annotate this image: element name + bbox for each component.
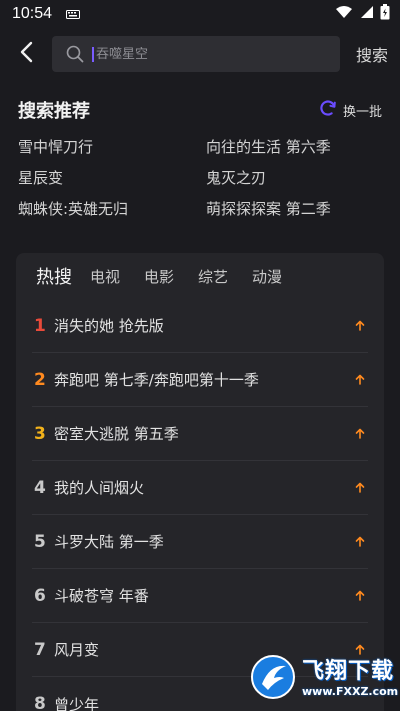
hot-item-title: 奔跑吧 第七季/奔跑吧第十一季: [54, 371, 259, 389]
tab-movie[interactable]: 电影: [144, 266, 174, 287]
hot-list: 1 消失的她 抢先版 2 奔跑吧 第七季/奔跑吧第十一季 3 密室大逃脱 第五季…: [32, 299, 368, 711]
status-bar: 10:54: [0, 0, 400, 28]
search-icon: [66, 45, 84, 63]
tab-hot[interactable]: 热搜: [36, 263, 72, 289]
rank-number: 2: [34, 369, 46, 390]
rank-number: 3: [34, 423, 46, 444]
category-tabs: 热搜 电视 电影 综艺 动漫: [32, 253, 368, 299]
keyboard-icon: [66, 5, 81, 23]
rank-number: 4: [34, 477, 46, 498]
text-cursor: [92, 46, 94, 62]
trend-up-icon: [352, 428, 368, 439]
recommend-item[interactable]: 雪中悍刀行: [18, 138, 206, 157]
rank-number: 6: [34, 585, 46, 606]
recommend-item[interactable]: 星辰变: [18, 169, 206, 188]
recommend-title: 搜索推荐: [18, 101, 90, 122]
tab-tv[interactable]: 电视: [90, 266, 120, 287]
status-time: 10:54: [12, 5, 53, 22]
search-input[interactable]: [96, 46, 340, 62]
search-header: 搜索: [0, 28, 400, 80]
watermark-brand: 飞翔下载: [302, 659, 395, 684]
trend-up-icon: [352, 482, 368, 493]
hot-item-title: 斗破苍穹 年番: [54, 587, 149, 605]
search-box[interactable]: [52, 36, 340, 72]
rank-number: 5: [34, 531, 46, 552]
search-button[interactable]: 搜索: [356, 42, 388, 66]
search-recommend-section: 搜索推荐 换一批 雪中悍刀行 向往的生活 第六季 星辰变 鬼灭之刃 蜘蛛侠:英雄…: [0, 98, 400, 219]
hot-list-item[interactable]: 4 我的人间烟火: [32, 461, 368, 515]
hot-list-item[interactable]: 1 消失的她 抢先版: [32, 299, 368, 353]
watermark-emblem-icon: [250, 654, 296, 704]
back-arrow-icon: [19, 41, 33, 67]
signal-icon: [359, 5, 374, 23]
hot-list-item[interactable]: 2 奔跑吧 第七季/奔跑吧第十一季: [32, 353, 368, 407]
hot-item-title: 消失的她 抢先版: [54, 317, 164, 335]
refresh-icon: [319, 99, 337, 121]
trend-up-icon: [352, 536, 368, 547]
hot-item-title: 斗罗大陆 第一季: [54, 533, 164, 551]
recommend-item[interactable]: 鬼灭之刃: [206, 169, 382, 188]
refresh-button[interactable]: 换一批: [319, 99, 382, 121]
trend-up-icon: [352, 590, 368, 601]
hot-list-item[interactable]: 5 斗罗大陆 第一季: [32, 515, 368, 569]
rank-number: 7: [34, 639, 46, 660]
trend-up-icon: [352, 320, 368, 331]
watermark-url: www.FXXZ.com: [302, 685, 399, 698]
tab-variety[interactable]: 综艺: [198, 266, 228, 287]
hot-item-title: 我的人间烟火: [54, 479, 145, 497]
wifi-icon: [335, 5, 353, 23]
refresh-label: 换一批: [342, 104, 382, 120]
tab-anime[interactable]: 动漫: [252, 266, 282, 287]
watermark-logo: 飞翔下载 www.FXXZ.com: [250, 653, 398, 705]
hot-search-card: 热搜 电视 电影 综艺 动漫 1 消失的她 抢先版 2 奔跑吧 第七季/奔跑吧第…: [16, 253, 384, 711]
hot-item-title: 密室大逃脱 第五季: [54, 425, 179, 443]
rank-number: 8: [34, 694, 46, 711]
rank-number: 1: [34, 315, 46, 336]
recommend-item[interactable]: 向往的生活 第六季: [206, 138, 382, 157]
recommend-item[interactable]: 蜘蛛侠:英雄无归: [18, 200, 206, 219]
recommend-grid: 雪中悍刀行 向往的生活 第六季 星辰变 鬼灭之刃 蜘蛛侠:英雄无归 萌探探探案 …: [18, 138, 382, 219]
battery-icon: [380, 4, 390, 24]
hot-list-item[interactable]: 3 密室大逃脱 第五季: [32, 407, 368, 461]
back-button[interactable]: [12, 36, 40, 72]
hot-list-item[interactable]: 6 斗破苍穹 年番: [32, 569, 368, 623]
trend-up-icon: [352, 374, 368, 385]
recommend-item[interactable]: 萌探探探案 第二季: [206, 200, 382, 219]
